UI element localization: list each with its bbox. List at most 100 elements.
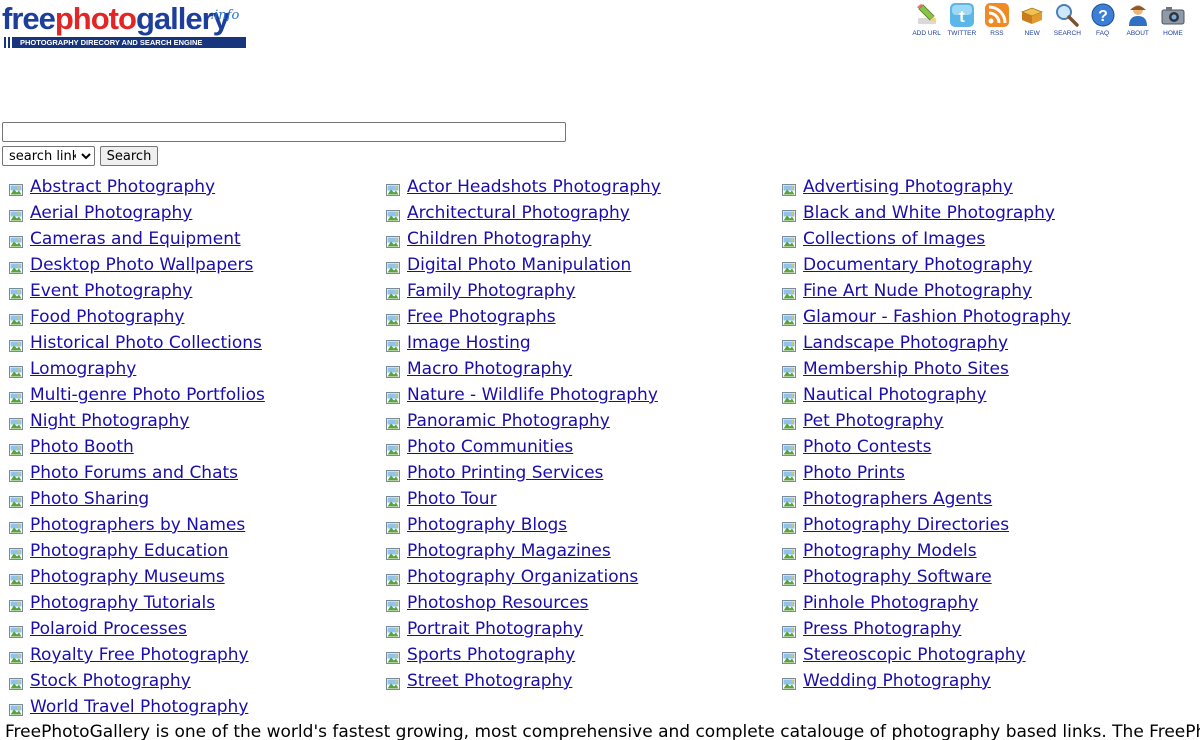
category-link[interactable]: Nautical Photography bbox=[803, 385, 987, 405]
photo-thumbnail-icon bbox=[782, 363, 796, 378]
nav-rss[interactable]: RSS bbox=[979, 2, 1014, 42]
category-link[interactable]: Documentary Photography bbox=[803, 255, 1032, 275]
photo-thumbnail-icon bbox=[782, 311, 796, 326]
category-link[interactable]: Photographers Agents bbox=[803, 489, 992, 509]
category-link[interactable]: Stereoscopic Photography bbox=[803, 645, 1026, 665]
category-link[interactable]: Photography Blogs bbox=[407, 515, 567, 535]
category-link[interactable]: Photo Tour bbox=[407, 489, 497, 509]
category-link[interactable]: Photo Booth bbox=[30, 437, 134, 457]
category-link[interactable]: Membership Photo Sites bbox=[803, 359, 1009, 379]
category-link[interactable]: Photoshop Resources bbox=[407, 593, 589, 613]
category-link[interactable]: Architectural Photography bbox=[407, 203, 630, 223]
category-link[interactable]: Sports Photography bbox=[407, 645, 575, 665]
category-item: Photography Museums bbox=[9, 564, 265, 590]
category-link[interactable]: Fine Art Nude Photography bbox=[803, 281, 1032, 301]
category-link[interactable]: Pet Photography bbox=[803, 411, 944, 431]
category-item: Polaroid Processes bbox=[9, 616, 265, 642]
category-link[interactable]: Abstract Photography bbox=[30, 177, 215, 197]
category-link[interactable]: Street Photography bbox=[407, 671, 572, 691]
category-link[interactable]: Wedding Photography bbox=[803, 671, 991, 691]
category-item: Photography Software bbox=[782, 564, 1071, 590]
photo-thumbnail-icon bbox=[386, 285, 400, 300]
nav-twitter[interactable]: t TWITTER bbox=[944, 2, 979, 42]
category-link[interactable]: Actor Headshots Photography bbox=[407, 177, 661, 197]
category-link[interactable]: Photography Museums bbox=[30, 567, 225, 587]
category-link[interactable]: World Travel Photography bbox=[30, 697, 248, 717]
category-link[interactable]: Cameras and Equipment bbox=[30, 229, 241, 249]
category-link[interactable]: Stock Photography bbox=[30, 671, 191, 691]
category-link[interactable]: Night Photography bbox=[30, 411, 189, 431]
photo-thumbnail-icon bbox=[9, 233, 23, 248]
category-link[interactable]: Aerial Photography bbox=[30, 203, 192, 223]
category-link[interactable]: Event Photography bbox=[30, 281, 192, 301]
search-input[interactable] bbox=[2, 122, 566, 142]
category-link[interactable]: Black and White Photography bbox=[803, 203, 1055, 223]
category-link[interactable]: Photography Magazines bbox=[407, 541, 611, 561]
category-item: Digital Photo Manipulation bbox=[386, 252, 661, 278]
category-link[interactable]: Macro Photography bbox=[407, 359, 572, 379]
category-item: Portrait Photography bbox=[386, 616, 661, 642]
photo-thumbnail-icon bbox=[9, 623, 23, 638]
photo-thumbnail-icon bbox=[9, 285, 23, 300]
category-link[interactable]: Photo Forums and Chats bbox=[30, 463, 238, 483]
category-link[interactable]: Photography Tutorials bbox=[30, 593, 215, 613]
logo-tagline-bar: PHOTOGRAPHY DIRECORY AND SEARCH ENGINE bbox=[2, 37, 246, 48]
category-link[interactable]: Historical Photo Collections bbox=[30, 333, 262, 353]
logo-stripes bbox=[2, 37, 14, 48]
category-link[interactable]: Photo Sharing bbox=[30, 489, 149, 509]
photo-thumbnail-icon bbox=[9, 519, 23, 534]
category-link[interactable]: Photo Printing Services bbox=[407, 463, 603, 483]
category-link[interactable]: Photographers by Names bbox=[30, 515, 245, 535]
category-link[interactable]: Landscape Photography bbox=[803, 333, 1008, 353]
category-item: Photography Tutorials bbox=[9, 590, 265, 616]
category-link[interactable]: Photo Prints bbox=[803, 463, 905, 483]
category-link[interactable]: Panoramic Photography bbox=[407, 411, 610, 431]
category-item: Documentary Photography bbox=[782, 252, 1071, 278]
category-link[interactable]: Multi-genre Photo Portfolios bbox=[30, 385, 265, 405]
photo-thumbnail-icon bbox=[386, 649, 400, 664]
photo-thumbnail-icon bbox=[782, 597, 796, 612]
category-link[interactable]: Food Photography bbox=[30, 307, 185, 327]
category-item: Photographers Agents bbox=[782, 486, 1071, 512]
category-link[interactable]: Royalty Free Photography bbox=[30, 645, 249, 665]
magnifier-icon bbox=[1056, 4, 1080, 27]
category-link[interactable]: Polaroid Processes bbox=[30, 619, 187, 639]
category-link[interactable]: Image Hosting bbox=[407, 333, 531, 353]
nav-faq[interactable]: ? FAQ bbox=[1085, 2, 1120, 42]
category-link[interactable]: Nature - Wildlife Photography bbox=[407, 385, 658, 405]
search-button[interactable]: Search bbox=[100, 146, 158, 166]
category-link[interactable]: Collections of Images bbox=[803, 229, 985, 249]
nav-add-url[interactable]: ADD URL bbox=[909, 2, 944, 42]
photo-thumbnail-icon bbox=[386, 337, 400, 352]
category-link[interactable]: Photography Directories bbox=[803, 515, 1009, 535]
category-link[interactable]: Photography Organizations bbox=[407, 567, 638, 587]
photo-thumbnail-icon bbox=[386, 389, 400, 404]
category-link[interactable]: Lomography bbox=[30, 359, 136, 379]
search-type-select[interactable]: search links bbox=[2, 146, 95, 166]
category-link[interactable]: Portrait Photography bbox=[407, 619, 583, 639]
category-item: Desktop Photo Wallpapers bbox=[9, 252, 265, 278]
photo-thumbnail-icon bbox=[782, 675, 796, 690]
photo-thumbnail-icon bbox=[386, 467, 400, 482]
category-link[interactable]: Children Photography bbox=[407, 229, 591, 249]
category-link[interactable]: Desktop Photo Wallpapers bbox=[30, 255, 253, 275]
category-link[interactable]: Glamour - Fashion Photography bbox=[803, 307, 1071, 327]
site-logo[interactable]: freephotogallery .info PHOTOGRAPHY DIREC… bbox=[2, 2, 248, 48]
category-link[interactable]: Pinhole Photography bbox=[803, 593, 978, 613]
category-link[interactable]: Family Photography bbox=[407, 281, 575, 301]
category-link[interactable]: Photo Contests bbox=[803, 437, 931, 457]
category-link[interactable]: Advertising Photography bbox=[803, 177, 1013, 197]
nav-new[interactable]: NEW bbox=[1015, 2, 1050, 42]
nav-search[interactable]: SEARCH bbox=[1050, 2, 1085, 42]
category-link[interactable]: Photography Models bbox=[803, 541, 977, 561]
nav-home[interactable]: HOME bbox=[1155, 2, 1190, 42]
category-link[interactable]: Photography Software bbox=[803, 567, 992, 587]
category-link[interactable]: Press Photography bbox=[803, 619, 961, 639]
photo-thumbnail-icon bbox=[386, 363, 400, 378]
category-link[interactable]: Photography Education bbox=[30, 541, 228, 561]
nav-about[interactable]: ABOUT bbox=[1120, 2, 1155, 42]
category-link[interactable]: Digital Photo Manipulation bbox=[407, 255, 631, 275]
category-item: Multi-genre Photo Portfolios bbox=[9, 382, 265, 408]
category-link[interactable]: Free Photographs bbox=[407, 307, 556, 327]
category-link[interactable]: Photo Communities bbox=[407, 437, 573, 457]
